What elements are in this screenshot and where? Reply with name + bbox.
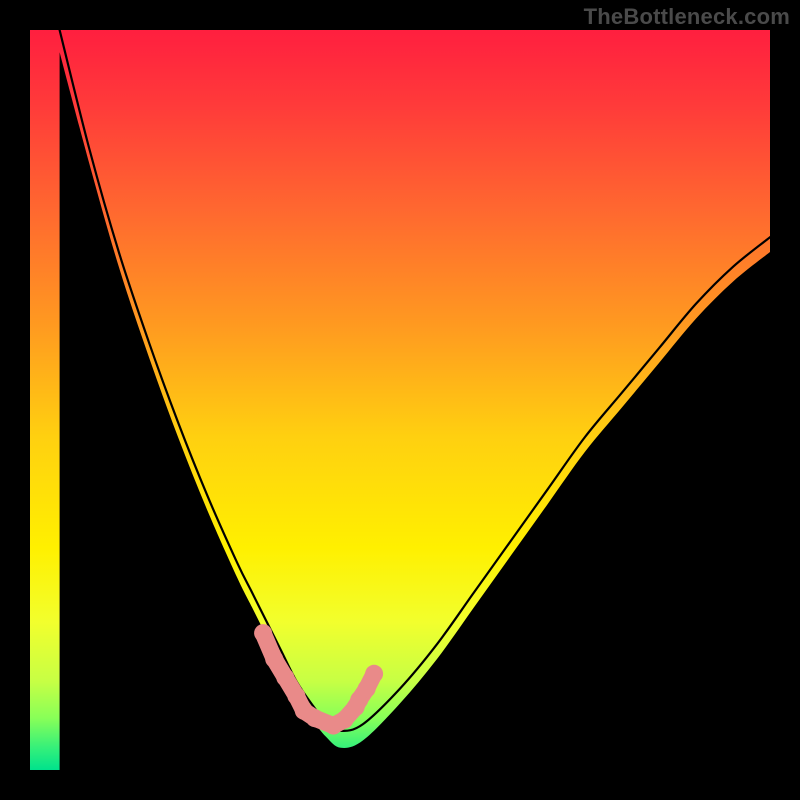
- marker-dot: [306, 709, 324, 727]
- marker-dot: [265, 650, 283, 668]
- marker-dot: [276, 669, 294, 687]
- chart-frame: TheBottleneck.com: [0, 0, 800, 800]
- watermark-label: TheBottleneck.com: [584, 4, 790, 30]
- bottleneck-chart: [0, 0, 800, 800]
- marker-dot: [254, 624, 272, 642]
- marker-dot: [365, 665, 383, 683]
